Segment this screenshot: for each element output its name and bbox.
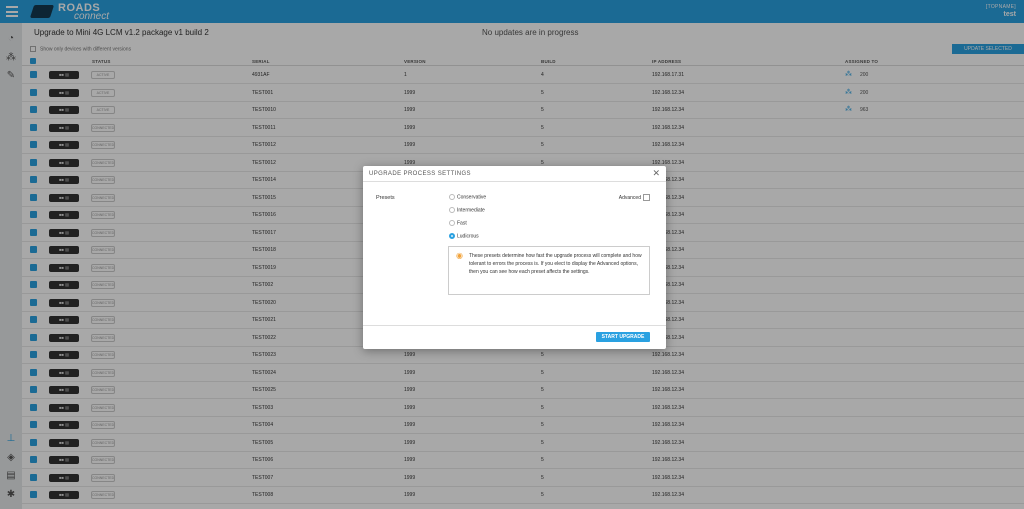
preset-ludicrous[interactable]: Ludicrous [449,233,479,239]
upgrade-settings-dialog: UPGRADE PROCESS SETTINGS ✕ Presets Advan… [363,166,666,349]
radio-intermediate[interactable] [449,207,455,213]
start-upgrade-button[interactable]: START UPGRADE [596,332,650,342]
dialog-divider [363,325,666,326]
advanced-label: Advanced [618,194,641,201]
advanced-toggle[interactable]: Advanced [619,194,650,201]
radio-conservative[interactable] [449,194,455,200]
presets-label: Presets [376,195,395,201]
option-label: Conservative [457,194,487,201]
preset-conservative[interactable]: Conservative [449,194,486,200]
close-icon[interactable]: ✕ [652,168,660,179]
option-label: Intermediate [457,207,485,214]
preset-info-text: These presets determine how fast the upg… [469,253,642,275]
radio-ludicrous[interactable] [449,233,455,239]
radio-fast[interactable] [449,220,455,226]
preset-intermediate[interactable]: Intermediate [449,207,485,213]
preset-info-box: ◉ These presets determine how fast the u… [448,246,650,295]
option-label: Fast [457,220,467,227]
dialog-header: UPGRADE PROCESS SETTINGS ✕ [363,166,666,182]
preset-fast[interactable]: Fast [449,220,467,226]
option-label: Ludicrous [457,233,479,240]
eye-icon: ◉ [456,251,463,260]
dialog-title: UPGRADE PROCESS SETTINGS [369,171,471,177]
advanced-checkbox[interactable] [643,194,650,201]
